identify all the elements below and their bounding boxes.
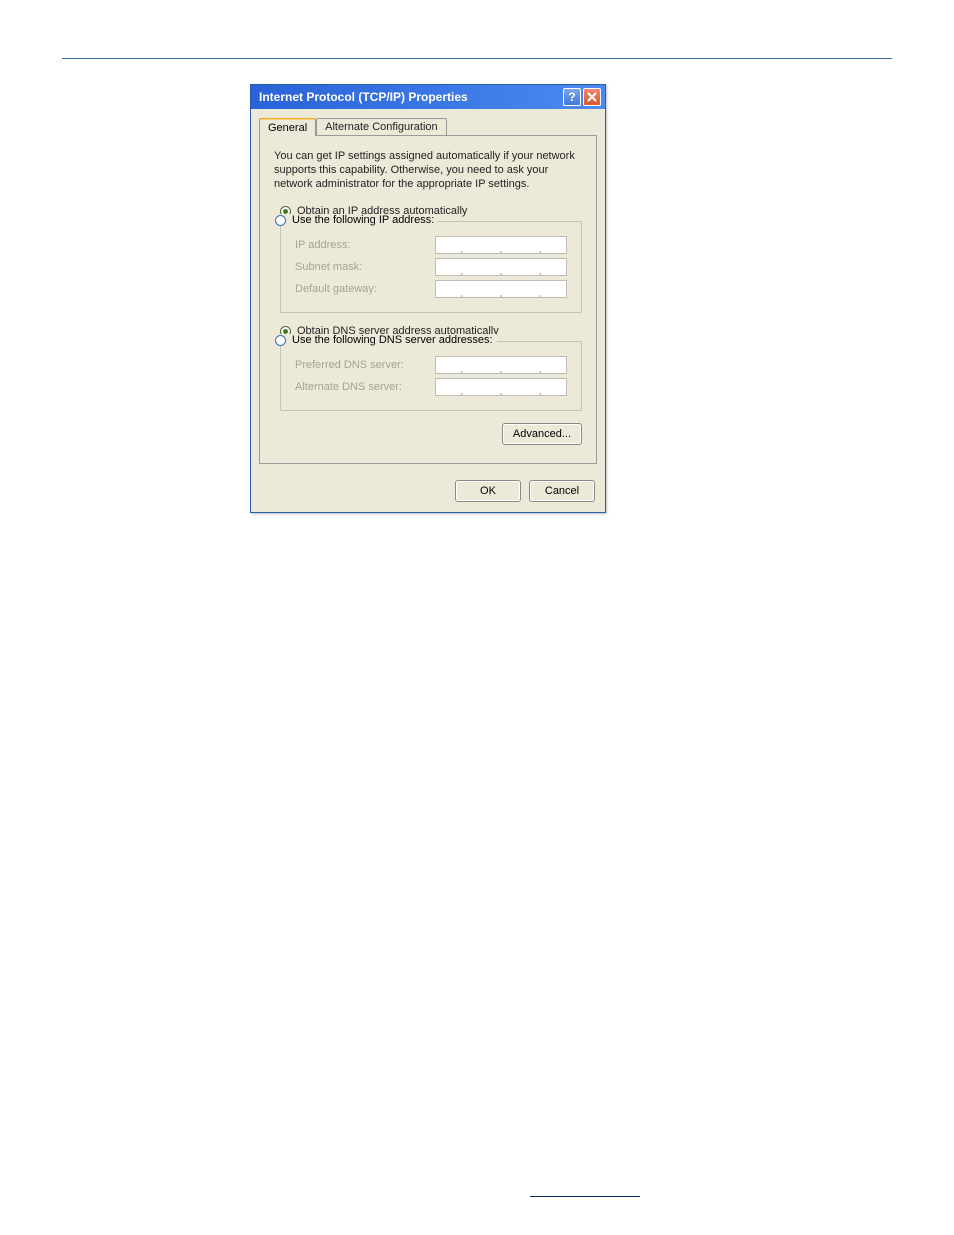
subnet-mask-row: Subnet mask: . . . (295, 258, 571, 276)
ip-address-input[interactable]: . . . (435, 236, 567, 254)
radio-label: Use the following IP address: (292, 214, 434, 226)
advanced-row: Advanced... (274, 423, 582, 449)
subnet-mask-input[interactable]: . . . (435, 258, 567, 276)
dot-icon: . (538, 264, 543, 275)
window-title: Internet Protocol (TCP/IP) Properties (259, 90, 561, 104)
default-gateway-row: Default gateway: . . . (295, 280, 571, 298)
static-dns-group: Use the following DNS server addresses: … (280, 341, 582, 411)
alternate-dns-input[interactable]: . . . (435, 378, 567, 396)
ok-button[interactable]: OK (455, 480, 521, 502)
general-panel: You can get IP settings assigned automat… (259, 135, 597, 464)
dot-icon: . (459, 286, 464, 297)
preferred-dns-input[interactable]: . . . (435, 356, 567, 374)
dialog-footer: OK Cancel (251, 472, 605, 512)
default-gateway-input[interactable]: . . . (435, 280, 567, 298)
tab-general[interactable]: General (259, 118, 316, 136)
radio-label: Use the following DNS server addresses: (292, 334, 493, 346)
dot-icon: . (538, 286, 543, 297)
preferred-dns-label: Preferred DNS server: (295, 359, 435, 371)
footer-link[interactable] (530, 1184, 640, 1197)
dot-icon: . (459, 264, 464, 275)
dot-icon: . (538, 362, 543, 373)
tab-alternate-configuration[interactable]: Alternate Configuration (316, 118, 447, 135)
alternate-dns-row: Alternate DNS server: . . . (295, 378, 571, 396)
close-button[interactable] (583, 88, 601, 106)
dialog-body: General Alternate Configuration You can … (251, 109, 605, 472)
dot-icon: . (459, 362, 464, 373)
titlebar[interactable]: Internet Protocol (TCP/IP) Properties ? (251, 85, 605, 109)
close-icon (587, 92, 597, 102)
radio-use-following-dns[interactable]: Use the following DNS server addresses: (275, 334, 497, 346)
dot-icon: . (538, 242, 543, 253)
alternate-dns-label: Alternate DNS server: (295, 381, 435, 393)
radio-icon (275, 335, 286, 346)
static-ip-group: Use the following IP address: IP address… (280, 221, 582, 313)
dot-icon: . (498, 362, 503, 373)
description-text: You can get IP settings assigned automat… (274, 150, 582, 191)
default-gateway-label: Default gateway: (295, 283, 435, 295)
dot-icon: . (498, 242, 503, 253)
page-divider (62, 58, 892, 59)
ip-address-label: IP address: (295, 239, 435, 251)
dot-icon: . (459, 242, 464, 253)
tcpip-properties-dialog: Internet Protocol (TCP/IP) Properties ? … (250, 84, 606, 513)
dot-icon: . (459, 384, 464, 395)
radio-use-following-ip[interactable]: Use the following IP address: (275, 214, 438, 226)
advanced-button[interactable]: Advanced... (502, 423, 582, 445)
subnet-mask-label: Subnet mask: (295, 261, 435, 273)
preferred-dns-row: Preferred DNS server: . . . (295, 356, 571, 374)
help-button[interactable]: ? (563, 88, 581, 106)
ip-address-row: IP address: . . . (295, 236, 571, 254)
radio-icon (275, 215, 286, 226)
cancel-button[interactable]: Cancel (529, 480, 595, 502)
tab-strip: General Alternate Configuration (259, 117, 597, 135)
dot-icon: . (498, 264, 503, 275)
dot-icon: . (538, 384, 543, 395)
dot-icon: . (498, 384, 503, 395)
dot-icon: . (498, 286, 503, 297)
